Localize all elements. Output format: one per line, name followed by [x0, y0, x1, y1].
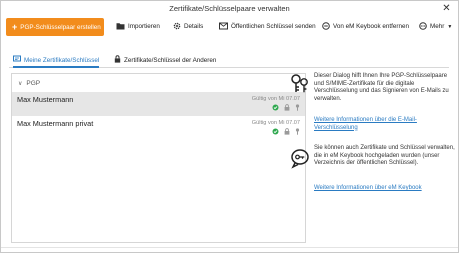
divider [1, 247, 458, 248]
details-label: Details [184, 23, 204, 30]
key-status-icons [269, 128, 300, 136]
list-item[interactable]: Max Mustermann Gültig von Mi 07.07 [12, 92, 305, 116]
key-owner-name: Max Mustermann [17, 95, 74, 104]
manage-certificates-dialog: Zertifikate/Schlüsselpaare verwalten ✕ +… [0, 0, 459, 253]
key-owner-name: Max Mustermann privat [17, 119, 94, 128]
keybook-remove-icon [322, 22, 330, 30]
key-validity: Gültig von Mi 07.07 [251, 120, 300, 126]
more-label: Mehr [430, 23, 445, 30]
more-menu-button[interactable]: Mehr ▼ [419, 19, 452, 35]
send-public-key-button[interactable]: Öffentlichen Schlüssel senden [219, 19, 316, 35]
remove-from-keybook-label: Von eM Keybook entfernen [333, 23, 409, 30]
keybook-icon [289, 147, 311, 171]
certificate-icon [13, 55, 21, 62]
group-header-pgp[interactable]: ∨ PGP [12, 78, 40, 89]
keybook-icon [272, 128, 279, 137]
key-status-icons [269, 104, 300, 112]
list-item[interactable]: Max Mustermann privat Gültig von Mi 07.0… [12, 116, 305, 140]
chevron-down-icon: ∨ [18, 81, 23, 87]
close-icon[interactable]: ✕ [442, 3, 450, 14]
create-pgp-keypair-label: PGP-Schlüsselpaar erstellen [20, 24, 101, 31]
close-button[interactable]: ✕ [441, 3, 452, 14]
gear-icon [173, 22, 181, 30]
remove-from-keybook-button[interactable]: Von eM Keybook entfernen [322, 19, 409, 35]
signature-icon [295, 128, 300, 137]
toolbar: + PGP-Schlüsselpaar erstellen Importieren… [1, 16, 458, 40]
import-label: Importieren [128, 23, 160, 30]
envelope-key-icon [219, 22, 228, 30]
chevron-down-icon: ▼ [447, 24, 453, 30]
signature-icon [295, 104, 300, 113]
link-keybook-info[interactable]: Weitere Informationen über eM Keybook [314, 185, 456, 193]
tab-my-certificates-label: Meine Zertifikate/Schlüssel [24, 57, 100, 64]
tab-bar: Meine Zertifikate/Schlüssel Zertifikate/… [9, 54, 449, 68]
create-pgp-keypair-button[interactable]: + PGP-Schlüsselpaar erstellen [6, 18, 104, 36]
tab-others-certificates[interactable]: Zertifikate/Schlüssel der Anderen [114, 54, 216, 68]
info-text-dialog: Dieser Dialog hilft Ihnen Ihre PGP-Schlü… [314, 73, 449, 102]
keybook-icon [272, 104, 279, 113]
more-icon [419, 22, 427, 30]
details-button[interactable]: Details [173, 19, 203, 35]
lock-icon [284, 128, 290, 137]
lock-icon [284, 104, 290, 113]
keys-icon [289, 73, 311, 97]
import-button[interactable]: Importieren [116, 19, 160, 35]
dialog-title: Zertifikate/Schlüsselpaare verwalten [169, 4, 290, 13]
group-label: PGP [26, 80, 41, 87]
link-encryption-info[interactable]: Weitere Informationen über die E-Mail-Ve… [314, 117, 456, 132]
send-public-key-label: Öffentlichen Schlüssel senden [231, 23, 316, 30]
folder-icon [116, 23, 125, 30]
tab-my-certificates[interactable]: Meine Zertifikate/Schlüssel [13, 54, 100, 68]
plus-icon: + [12, 22, 18, 32]
lock-icon [114, 55, 121, 63]
certificate-list[interactable]: ∨ PGP Max Mustermann Gültig von Mi 07.07 … [11, 73, 306, 243]
info-text-keybook: Sie können auch Zertifikate und Schlüsse… [314, 145, 455, 167]
tab-others-certificates-label: Zertifikate/Schlüssel der Anderen [124, 57, 217, 64]
